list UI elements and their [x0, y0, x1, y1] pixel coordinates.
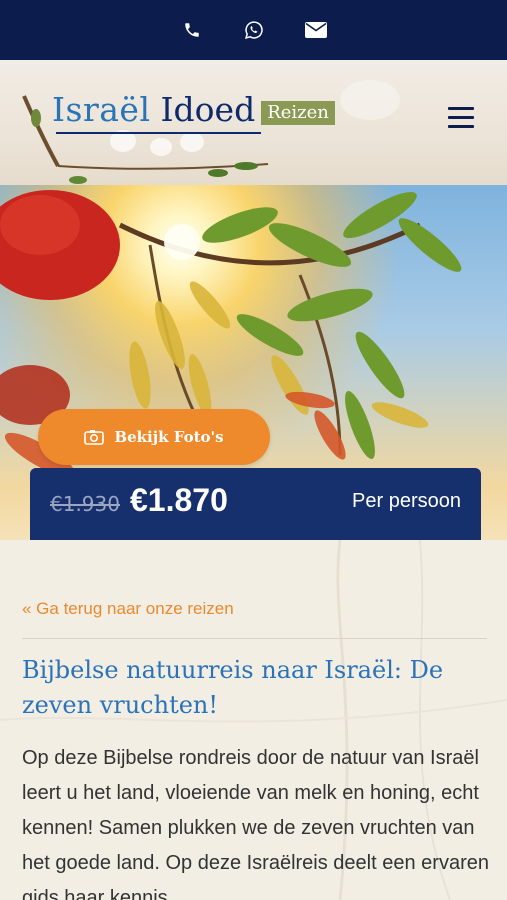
- old-price: €1.930: [50, 492, 120, 516]
- blossom-decoration: [340, 80, 400, 120]
- divider: [22, 638, 487, 639]
- back-to-trips-link[interactable]: « Ga terug naar onze reizen: [22, 599, 234, 619]
- camera-icon: [84, 430, 105, 445]
- content-section: « Ga terug naar onze reizen Bijbelse nat…: [0, 540, 507, 900]
- current-price: €1.870: [130, 482, 228, 518]
- page-title: Bijbelse natuurreis naar Israël: De zeve…: [22, 656, 444, 719]
- hamburger-menu-icon[interactable]: [448, 107, 474, 129]
- logo-underline: [56, 132, 261, 134]
- envelope-icon[interactable]: [304, 19, 327, 41]
- trip-description: Op deze Bijbelse rondreis door de natuur…: [22, 747, 489, 900]
- top-contact-bar: [0, 0, 507, 60]
- price-bar: €1.930 €1.870 Per persoon: [30, 468, 481, 540]
- phone-icon[interactable]: [181, 19, 203, 41]
- logo-word-israel: Israël: [52, 90, 151, 129]
- site-logo[interactable]: Israël Idoed Reizen: [52, 90, 335, 129]
- view-photos-label: Bekijk Foto's: [114, 428, 224, 446]
- logo-badge: Reizen: [261, 101, 335, 125]
- per-person-label: Per persoon: [352, 490, 461, 512]
- site-header: Israël Idoed Reizen: [0, 60, 507, 185]
- whatsapp-icon[interactable]: [243, 19, 265, 41]
- view-photos-button[interactable]: Bekijk Foto's: [38, 409, 270, 465]
- logo-word-idoed: Idoed: [160, 90, 256, 129]
